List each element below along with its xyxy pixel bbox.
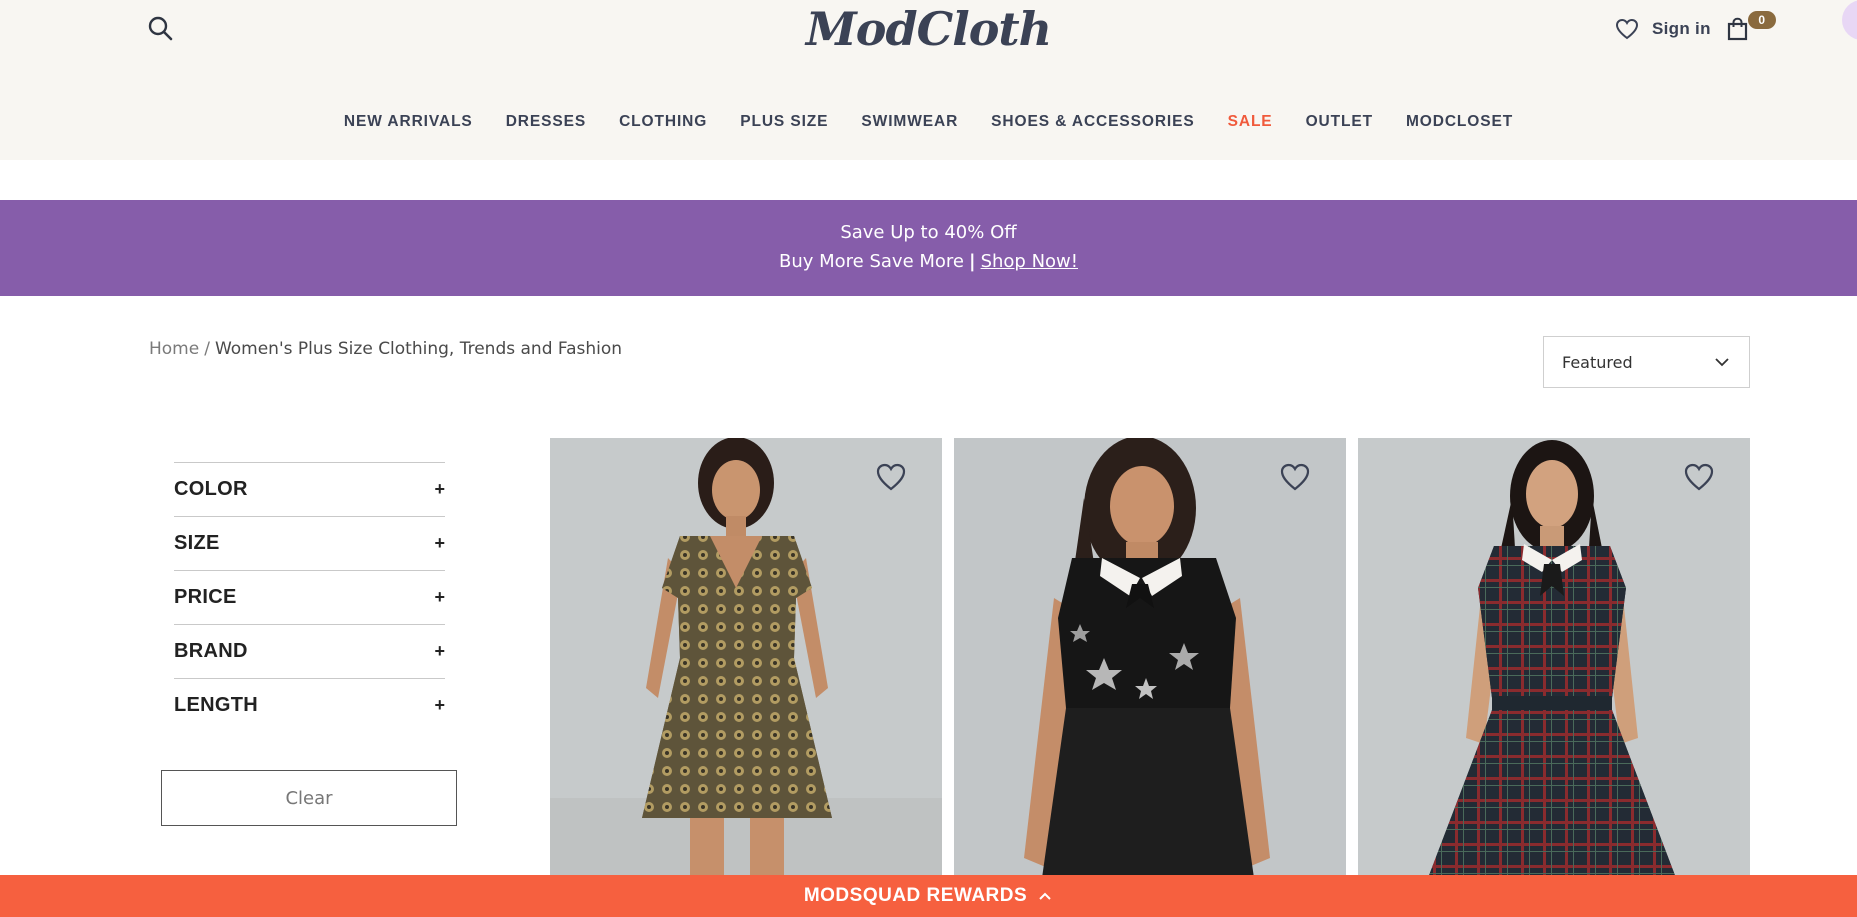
nav-item-dresses[interactable]: DRESSES (506, 113, 586, 131)
heart-icon[interactable] (874, 460, 908, 494)
nav-item-shoes-accessories[interactable]: SHOES & ACCESSORIES (991, 113, 1194, 131)
header-actions: Sign in 0 (1614, 11, 1776, 44)
nav-item-sale[interactable]: SALE (1228, 113, 1273, 131)
main-nav: NEW ARRIVALS DRESSES CLOTHING PLUS SIZE … (0, 113, 1857, 131)
logo-text[interactable]: ModCloth (806, 2, 1052, 56)
breadcrumb-separator: / (204, 339, 210, 359)
product-image-black-star-sequin-dress (954, 438, 1346, 878)
plus-icon: + (434, 695, 445, 715)
chevron-up-icon (1039, 892, 1051, 900)
page: ModCloth Sign in 0 NEW ARRIVALS DRESSES … (0, 0, 1857, 917)
search-button[interactable] (146, 14, 176, 44)
nav-item-outlet[interactable]: OUTLET (1306, 113, 1373, 131)
sign-in-link[interactable]: Sign in (1652, 19, 1711, 39)
cart-button[interactable]: 0 (1725, 11, 1776, 42)
product-card[interactable] (550, 438, 942, 878)
cart-count-badge: 0 (1747, 11, 1776, 29)
sort-select[interactable]: Featured (1543, 336, 1750, 388)
filter-label: SIZE (174, 532, 220, 554)
nav-item-plus-size[interactable]: PLUS SIZE (740, 113, 828, 131)
sort-selected-value: Featured (1562, 352, 1633, 372)
plus-icon: + (434, 587, 445, 607)
plus-icon: + (434, 641, 445, 661)
breadcrumb-current: Women's Plus Size Clothing, Trends and F… (214, 339, 623, 359)
shop-now-link[interactable]: Shop Now! (981, 251, 1078, 272)
heart-icon (1615, 18, 1639, 40)
filter-length[interactable]: LENGTH + (174, 678, 445, 732)
site-header: ModCloth Sign in 0 NEW ARRIVALS DRESSES … (0, 0, 1857, 160)
chevron-down-icon (1715, 358, 1729, 367)
promo-subline-text: Buy More Save More (778, 251, 964, 272)
filter-label: COLOR (174, 478, 248, 500)
product-card[interactable] (954, 438, 1346, 878)
shopping-bag-icon (1727, 17, 1747, 41)
nav-item-clothing[interactable]: CLOTHING (619, 113, 707, 131)
search-icon (148, 16, 173, 41)
logo: ModCloth (0, 0, 1857, 58)
plus-icon: + (434, 479, 445, 499)
nav-item-new-arrivals[interactable]: NEW ARRIVALS (344, 113, 473, 131)
filter-price[interactable]: PRICE + (174, 570, 445, 624)
filter-label: BRAND (174, 640, 248, 662)
promo-banner: Save Up to 40% Off Buy More Save More | Sh… (0, 200, 1857, 296)
promo-separator: | (969, 251, 976, 272)
breadcrumb: Home / Women's Plus Size Clothing, Trends … (149, 339, 622, 359)
filter-panel: COLOR + SIZE + PRICE + BRAND + LENGTH + (174, 462, 445, 732)
product-image-plaid-collar-dress (1358, 438, 1750, 878)
promo-headline: Save Up to 40% Off (840, 222, 1017, 243)
filter-label: LENGTH (174, 694, 259, 716)
filter-color[interactable]: COLOR + (174, 462, 445, 516)
filter-size[interactable]: SIZE + (174, 516, 445, 570)
product-card[interactable] (1358, 438, 1750, 878)
product-image-gold-brocade-dress (550, 438, 942, 878)
filter-brand[interactable]: BRAND + (174, 624, 445, 678)
promo-subline: Buy More Save More | Shop Now! (0, 251, 1857, 272)
rewards-label: MODSQUAD REWARDS (803, 885, 1028, 906)
heart-icon[interactable] (1278, 460, 1312, 494)
nav-item-modcloset[interactable]: MODCLOSET (1406, 113, 1513, 131)
wishlist-button[interactable] (1614, 16, 1640, 42)
filter-label: PRICE (174, 586, 237, 608)
rewards-bar[interactable]: MODSQUAD REWARDS (0, 875, 1857, 917)
breadcrumb-home-link[interactable]: Home (149, 339, 199, 359)
clear-filters-button[interactable]: Clear (161, 770, 457, 826)
heart-icon[interactable] (1682, 460, 1716, 494)
chat-widget-edge[interactable] (1842, 0, 1857, 40)
nav-item-swimwear[interactable]: SWIMWEAR (861, 113, 958, 131)
plus-icon: + (434, 533, 445, 553)
